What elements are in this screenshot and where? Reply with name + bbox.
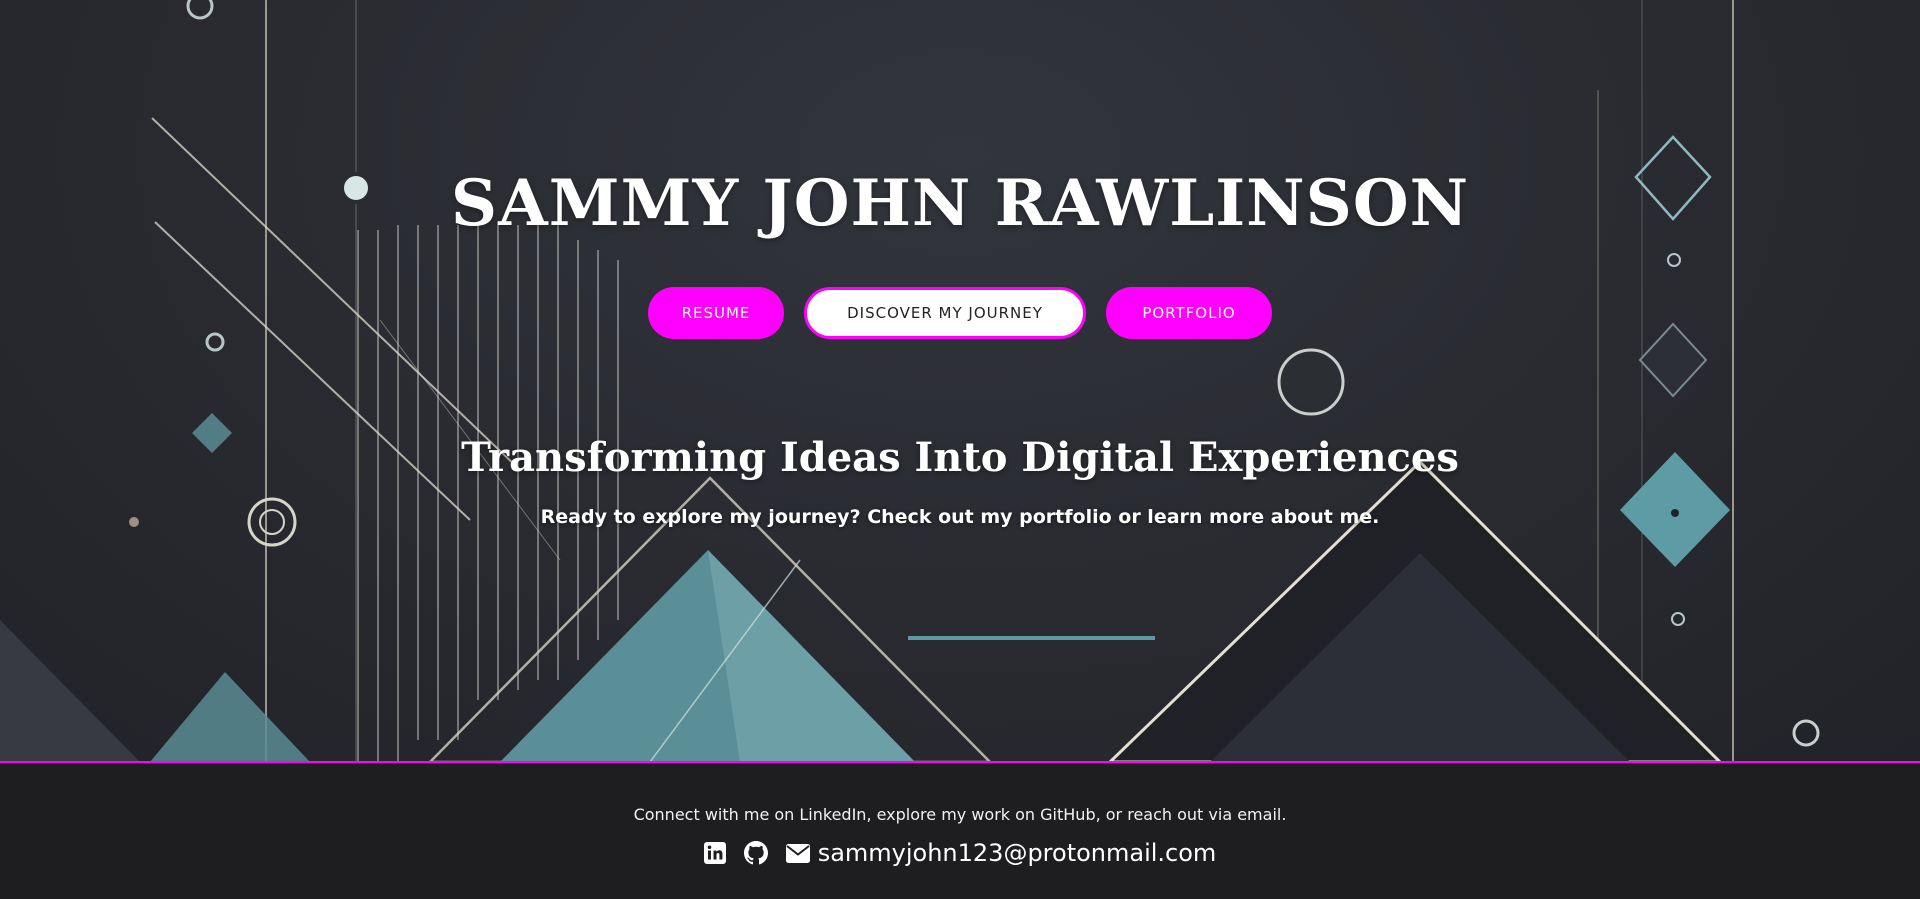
- hero-heading: Transforming Ideas Into Digital Experien…: [461, 434, 1459, 481]
- portfolio-button[interactable]: PORTFOLIO: [1106, 287, 1272, 339]
- footer-contact-links: sammyjohn123@protonmail.com: [0, 839, 1920, 867]
- resume-button[interactable]: RESUME: [648, 287, 784, 339]
- footer-text: Connect with me on LinkedIn, explore my …: [633, 805, 1287, 824]
- github-link[interactable]: [743, 841, 768, 865]
- hero-tagline: Ready to explore my journey? Check out m…: [540, 506, 1380, 528]
- page-title: SAMMY JOHN RAWLINSON: [450, 166, 1470, 241]
- discover-my-journey-button[interactable]: DISCOVER MY JOURNEY: [804, 287, 1086, 339]
- email-link[interactable]: sammyjohn123@protonmail.com: [785, 839, 1217, 867]
- email-address: sammyjohn123@protonmail.com: [817, 839, 1217, 867]
- envelope-icon: [785, 843, 810, 863]
- hero-button-row: RESUME DISCOVER MY JOURNEY PORTFOLIO: [0, 287, 1920, 339]
- hero-background-art: [0, 0, 1820, 762]
- linkedin-link[interactable]: [703, 842, 726, 864]
- linkedin-icon: [703, 842, 726, 864]
- hero-section: SAMMY JOHN RAWLINSON RESUME DISCOVER MY …: [0, 0, 1920, 762]
- github-icon: [743, 841, 768, 865]
- footer: Connect with me on LinkedIn, explore my …: [0, 763, 1920, 899]
